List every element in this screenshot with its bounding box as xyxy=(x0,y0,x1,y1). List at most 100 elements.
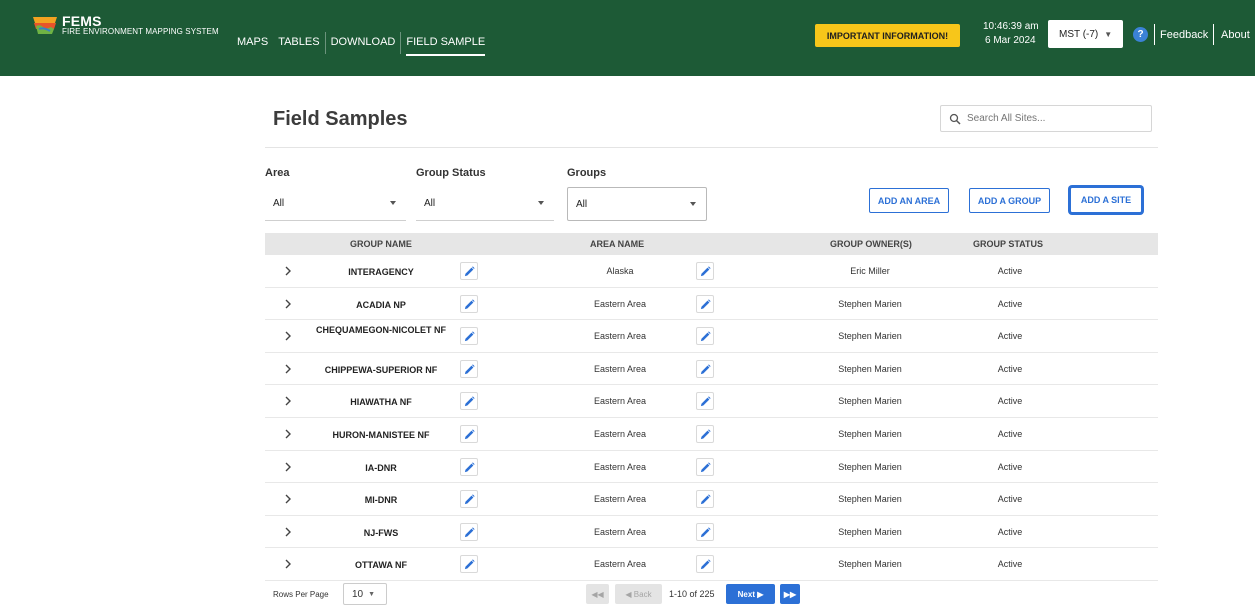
last-page-button[interactable]: ▶▶ xyxy=(780,584,800,604)
group-name-cell: IA-DNR xyxy=(365,462,397,473)
edit-group-button[interactable] xyxy=(460,457,478,476)
area-name-cell: Eastern Area xyxy=(593,363,647,374)
table-row[interactable]: HIAWATHA NF Eastern Area Stephen Marien Act… xyxy=(265,385,1158,418)
group-name-cell: CHEQUAMEGON-NICOLET NF xyxy=(316,325,446,336)
rows-per-page-select[interactable]: 10 ▼ xyxy=(343,583,387,605)
group-status-cell: Active xyxy=(997,461,1023,472)
about-link[interactable]: About xyxy=(1221,29,1250,41)
area-name-cell: Eastern Area xyxy=(593,461,647,472)
next-button[interactable]: Next ▶ xyxy=(726,584,775,604)
nav-tables[interactable]: TABLES xyxy=(273,30,324,56)
page-title: Field Samples xyxy=(273,108,408,130)
table-row[interactable]: MI-DNR Eastern Area Stephen Marien Active xyxy=(265,483,1158,516)
first-page-button[interactable]: ◀◀ xyxy=(586,584,609,604)
chevron-right-icon[interactable] xyxy=(283,395,293,407)
chevron-right-icon[interactable] xyxy=(283,493,293,505)
group-status-cell: Active xyxy=(997,428,1023,439)
important-information-button[interactable]: IMPORTANT INFORMATION! xyxy=(815,24,960,47)
chevron-right-icon[interactable] xyxy=(283,526,293,538)
pagination-range: 1-10 of 225 xyxy=(669,589,715,599)
edit-group-button[interactable] xyxy=(460,392,478,411)
table-row[interactable]: OTTAWA NF Eastern Area Stephen Marien Activ… xyxy=(265,548,1158,581)
group-owner-cell: Stephen Marien xyxy=(838,428,902,439)
edit-area-button[interactable] xyxy=(696,359,714,378)
search-input[interactable] xyxy=(967,113,1147,124)
edit-group-button[interactable] xyxy=(460,359,478,378)
table-row[interactable]: NJ-FWS Eastern Area Stephen Marien Active xyxy=(265,516,1158,549)
edit-area-button[interactable] xyxy=(696,424,714,443)
edit-area-button[interactable] xyxy=(696,262,714,280)
header-divider xyxy=(1154,24,1155,45)
chevron-right-icon[interactable] xyxy=(283,363,293,375)
add-group-button[interactable]: ADD A GROUP xyxy=(969,188,1050,213)
add-site-button[interactable]: ADD A SITE xyxy=(1070,187,1142,213)
edit-area-button[interactable] xyxy=(696,392,714,411)
group-status-cell: Active xyxy=(997,363,1023,374)
pencil-icon xyxy=(464,494,475,505)
search-box[interactable] xyxy=(940,105,1152,132)
edit-group-button[interactable] xyxy=(460,555,478,574)
timezone-select[interactable]: MST (-7) ▼ xyxy=(1048,20,1123,48)
edit-area-button[interactable] xyxy=(696,457,714,476)
group-status-filter-label: Group Status xyxy=(416,167,486,179)
clock-date: 6 Mar 2024 xyxy=(985,35,1036,46)
pencil-icon xyxy=(700,461,711,472)
column-header-area-name[interactable]: AREA NAME xyxy=(590,239,644,249)
edit-area-button[interactable] xyxy=(696,555,714,574)
nav-download[interactable]: DOWNLOAD xyxy=(326,30,401,56)
chevron-right-icon[interactable] xyxy=(283,461,293,473)
group-status-select[interactable]: All xyxy=(416,187,554,221)
group-status-cell: Active xyxy=(997,396,1023,407)
table-row[interactable]: CHIPPEWA-SUPERIOR NF Eastern Area Stephen … xyxy=(265,353,1158,386)
chevron-right-icon[interactable] xyxy=(283,298,293,310)
table-row[interactable]: CHEQUAMEGON-NICOLET NF Eastern Area Stephe… xyxy=(265,320,1158,353)
edit-group-button[interactable] xyxy=(460,490,478,509)
edit-group-button[interactable] xyxy=(460,294,478,313)
chevron-down-icon: ▼ xyxy=(368,590,376,598)
pencil-icon xyxy=(700,429,711,440)
edit-group-button[interactable] xyxy=(460,522,478,541)
column-header-group-name[interactable]: GROUP NAME xyxy=(350,239,412,249)
table-header: GROUP NAME AREA NAME GROUP OWNER(S) GROU… xyxy=(265,233,1158,255)
help-icon[interactable]: ? xyxy=(1133,27,1148,42)
nav-field-sample[interactable]: FIELD SAMPLE xyxy=(401,30,490,56)
pencil-icon xyxy=(700,364,711,374)
feedback-link[interactable]: Feedback xyxy=(1160,29,1208,41)
group-name-cell: INTERAGENCY xyxy=(348,267,414,277)
column-header-group-owners[interactable]: GROUP OWNER(S) xyxy=(830,239,912,249)
group-owner-cell: Eric Miller xyxy=(850,266,890,276)
group-owner-cell: Stephen Marien xyxy=(838,331,902,342)
edit-area-button[interactable] xyxy=(696,490,714,509)
pencil-icon xyxy=(464,429,475,440)
table-row[interactable]: INTERAGENCY Alaska Eric Miller Active xyxy=(265,255,1158,288)
chevron-right-icon[interactable] xyxy=(283,330,293,342)
edit-area-button[interactable] xyxy=(696,327,714,346)
edit-group-button[interactable] xyxy=(460,327,478,346)
edit-group-button[interactable] xyxy=(460,262,478,280)
edit-group-button[interactable] xyxy=(460,424,478,443)
title-divider xyxy=(265,147,1158,148)
chevron-down-icon xyxy=(690,202,696,206)
chevron-right-icon[interactable] xyxy=(283,265,293,277)
area-select[interactable]: All xyxy=(265,187,406,221)
table-row[interactable]: IA-DNR Eastern Area Stephen Marien Active xyxy=(265,451,1158,484)
area-name-cell: Eastern Area xyxy=(593,526,647,537)
add-area-button[interactable]: ADD AN AREA xyxy=(869,188,949,213)
fems-logo-icon[interactable] xyxy=(32,15,58,35)
edit-area-button[interactable] xyxy=(696,294,714,313)
back-button[interactable]: ◀ Back xyxy=(615,584,662,604)
group-status-cell: Active xyxy=(997,559,1023,570)
groups-select[interactable]: All xyxy=(567,187,707,221)
chevron-down-icon: ▼ xyxy=(1104,29,1113,39)
table-row[interactable]: ACADIA NP Eastern Area Stephen Marien Activ… xyxy=(265,288,1158,321)
area-select-value: All xyxy=(273,198,285,209)
chevron-right-icon[interactable] xyxy=(283,558,293,570)
edit-area-button[interactable] xyxy=(696,522,714,541)
nav-maps[interactable]: MAPS xyxy=(232,30,273,56)
column-header-group-status[interactable]: GROUP STATUS xyxy=(973,239,1043,249)
area-name-cell: Alaska xyxy=(606,266,634,276)
group-owner-cell: Stephen Marien xyxy=(838,461,902,472)
table-row[interactable]: HURON-MANISTEE NF Eastern Area Stephen Mar… xyxy=(265,418,1158,451)
chevron-right-icon[interactable] xyxy=(283,428,293,440)
table-body: INTERAGENCY Alaska Eric Miller Active ACADIA… xyxy=(265,255,1158,581)
